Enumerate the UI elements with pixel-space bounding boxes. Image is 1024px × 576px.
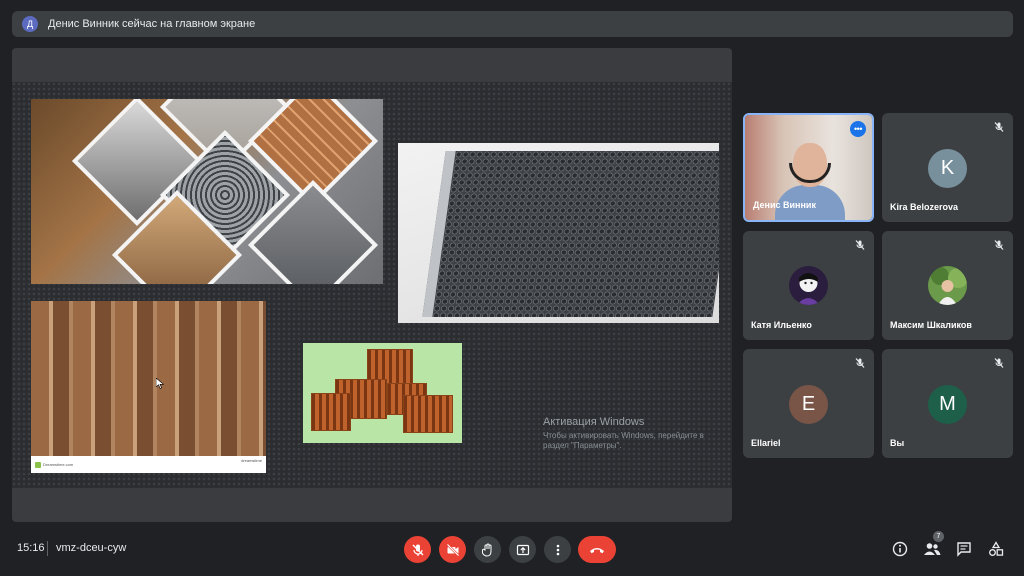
participant-name: Катя Ильенко	[751, 320, 812, 330]
info-icon	[892, 541, 908, 557]
watermark-logo: dreamstime	[241, 458, 262, 463]
shared-screen-bottom-strip	[12, 488, 732, 522]
chat-button[interactable]	[955, 540, 973, 558]
participant-name: Максим Шкаликов	[890, 320, 972, 330]
meeting-details-button[interactable]	[891, 540, 909, 558]
camera-off-icon	[446, 543, 459, 556]
end-call-button[interactable]	[578, 536, 616, 563]
participant-tile-katya[interactable]: Катя Ильенко	[743, 231, 874, 340]
windows-activation-subtitle: Чтобы активировать Windows, перейдите в …	[543, 431, 704, 450]
participant-tile-denis[interactable]: ••• Денис Винник	[743, 113, 874, 222]
show-everyone-button[interactable]	[923, 540, 941, 558]
present-screen-icon	[516, 544, 529, 555]
people-count-badge: 7	[933, 531, 944, 542]
clock: 15:16	[17, 542, 45, 554]
participant-tile-maksim[interactable]: Максим Шкаликов	[882, 231, 1013, 340]
shared-screen: Dreamstime.com dreamstime Активация Wind…	[12, 48, 732, 522]
toggle-mic-button[interactable]	[404, 536, 431, 563]
presenting-banner: Д Денис Винник сейчас на главном экране	[12, 11, 1013, 37]
more-options-button[interactable]	[544, 536, 571, 563]
hang-up-icon	[590, 547, 604, 553]
windows-activation-watermark: Активация Windows Чтобы активировать Win…	[543, 416, 713, 451]
participant-tile-kira[interactable]: K Kira Belozerova	[882, 113, 1013, 222]
participant-avatar	[789, 266, 828, 305]
ceramic-blocks-image	[303, 343, 462, 443]
participant-name: Вы	[890, 438, 905, 448]
divider	[47, 541, 48, 556]
people-icon	[924, 543, 941, 555]
metal-profiles-image: Dreamstime.com dreamstime	[31, 301, 266, 473]
mic-off-icon	[855, 358, 865, 368]
honeycomb-panel-image	[398, 143, 719, 323]
participant-avatar: E	[789, 385, 828, 424]
mic-off-icon	[994, 122, 1004, 132]
participant-tile-self[interactable]: M Вы	[882, 349, 1013, 458]
participant-name: Ellariel	[751, 438, 781, 448]
dreamstime-logo-icon	[35, 461, 41, 468]
mic-off-icon	[994, 240, 1004, 250]
presenter-avatar: Д	[22, 16, 38, 32]
participant-tile-ellariel[interactable]: E Ellariel	[743, 349, 874, 458]
headset	[789, 163, 831, 183]
raise-hand-icon	[481, 543, 491, 557]
participant-avatar: K	[928, 149, 967, 188]
toggle-camera-button[interactable]	[439, 536, 466, 563]
activities-button[interactable]	[987, 540, 1005, 558]
participant-avatar	[928, 266, 967, 305]
mic-off-icon	[994, 358, 1004, 368]
mic-off-icon	[412, 544, 423, 556]
mic-off-icon	[855, 240, 865, 250]
present-now-button[interactable]	[509, 536, 536, 563]
mouse-cursor-icon	[156, 378, 164, 389]
slide: Dreamstime.com dreamstime Активация Wind…	[12, 82, 732, 488]
participant-name: Денис Винник	[753, 200, 816, 210]
participant-name: Kira Belozerova	[890, 202, 959, 212]
materials-collage-image	[31, 99, 383, 284]
shared-screen-top-strip	[12, 48, 732, 82]
activities-icon	[989, 541, 1004, 556]
meeting-code[interactable]: vmz-dceu-cyw	[56, 542, 126, 554]
watermark-site: Dreamstime.com	[43, 462, 74, 467]
windows-activation-title: Активация Windows	[543, 416, 645, 428]
presenting-banner-text: Денис Винник сейчас на главном экране	[48, 18, 256, 30]
more-options-icon[interactable]: •••	[850, 121, 866, 137]
raise-hand-button[interactable]	[474, 536, 501, 563]
participant-avatar: M	[928, 385, 967, 424]
vertical-dots-icon	[556, 544, 559, 555]
chat-icon	[957, 542, 971, 557]
